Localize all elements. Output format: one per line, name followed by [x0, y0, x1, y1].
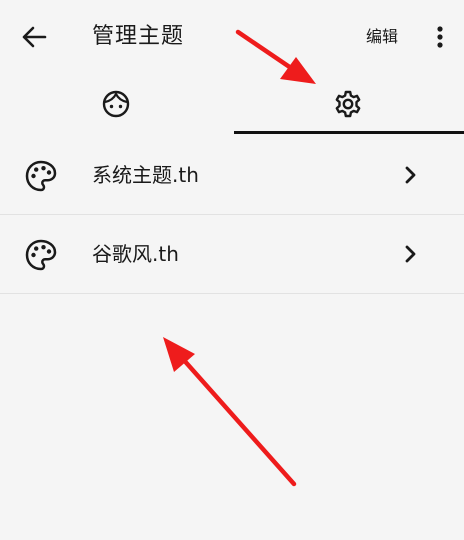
theme-name: 谷歌风.th [92, 242, 179, 266]
tab-bar [0, 72, 464, 136]
chevron-right-icon [405, 166, 416, 184]
theme-list: 系统主题.th 谷歌风.th [0, 136, 464, 294]
tab-settings[interactable] [232, 72, 464, 136]
tab-face[interactable] [0, 72, 232, 136]
face-icon [102, 90, 130, 118]
back-button[interactable] [18, 22, 50, 52]
active-tab-indicator [234, 131, 464, 134]
palette-icon [25, 160, 57, 192]
gear-icon [335, 90, 361, 118]
chevron-right-icon [405, 245, 416, 263]
palette-icon [25, 239, 57, 271]
edit-button[interactable]: 编辑 [366, 24, 398, 50]
more-vertical-icon [437, 26, 443, 48]
list-item[interactable]: 系统主题.th [0, 136, 464, 215]
page-title: 管理主题 [92, 24, 185, 49]
app-bar: 管理主题 编辑 [0, 0, 464, 72]
theme-name: 系统主题.th [92, 163, 199, 187]
more-button[interactable] [428, 20, 452, 54]
arrow-left-icon [22, 26, 47, 48]
annotation-arrow-to-list [163, 337, 297, 487]
list-item[interactable]: 谷歌风.th [0, 215, 464, 294]
